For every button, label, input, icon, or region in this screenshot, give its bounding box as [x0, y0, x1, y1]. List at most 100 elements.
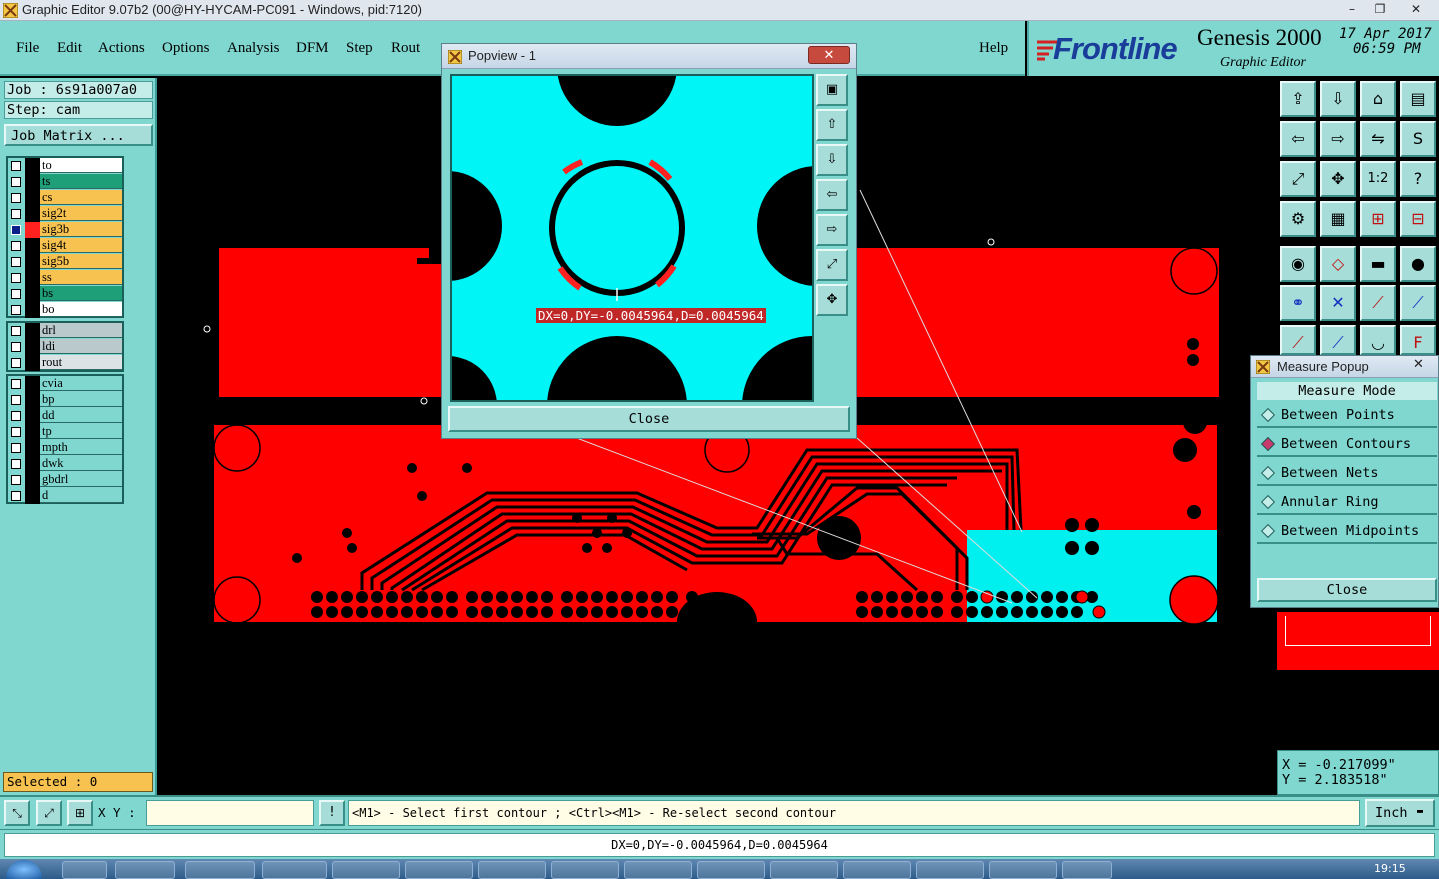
- layer-checkbox[interactable]: [11, 225, 21, 235]
- layer-swatch[interactable]: [25, 190, 40, 206]
- layer-row-mpth[interactable]: mpth: [8, 440, 122, 456]
- radio-diamond-icon[interactable]: [1260, 465, 1276, 481]
- radio-diamond-icon[interactable]: [1260, 407, 1276, 423]
- layer-name[interactable]: ts: [40, 174, 122, 189]
- layer-row-d[interactable]: d: [8, 488, 122, 504]
- help-icon[interactable]: ?: [1400, 161, 1436, 197]
- taskbar-app-7[interactable]: [478, 861, 546, 879]
- taskbar-app-1[interactable]: [62, 861, 107, 879]
- redraw-icon[interactable]: S: [1400, 121, 1436, 157]
- layer-name[interactable]: d: [40, 488, 122, 503]
- mini-map[interactable]: [1277, 608, 1439, 750]
- layer-name[interactable]: bo: [40, 302, 122, 317]
- layer-checkbox[interactable]: [11, 241, 21, 251]
- measure-line-icon[interactable]: ⟋: [1360, 285, 1396, 321]
- pan-right-icon[interactable]: ⇨: [1320, 121, 1356, 157]
- taskbar-app-9[interactable]: [624, 861, 692, 879]
- layer-swatch[interactable]: [25, 376, 40, 392]
- measure-titlebar[interactable]: Measure Popup ✕: [1251, 356, 1438, 378]
- layer-swatch[interactable]: [25, 355, 40, 371]
- select-icon[interactable]: ◉: [1280, 246, 1316, 282]
- pop-center-icon[interactable]: ✥: [816, 284, 848, 316]
- net-icon[interactable]: ⚭: [1280, 285, 1316, 321]
- pop-right-icon[interactable]: ⇨: [816, 214, 848, 246]
- alert-icon[interactable]: !: [319, 800, 345, 826]
- cross-icon[interactable]: ✕: [1320, 285, 1356, 321]
- layer-name[interactable]: rout: [40, 355, 122, 370]
- layer-checkbox[interactable]: [11, 379, 21, 389]
- layer-swatch[interactable]: [25, 174, 40, 190]
- layer-name[interactable]: dd: [40, 408, 122, 423]
- layer-checkbox[interactable]: [11, 177, 21, 187]
- layer-checkbox[interactable]: [11, 289, 21, 299]
- layer-row-dd[interactable]: dd: [8, 408, 122, 424]
- layer-row-bs[interactable]: bs: [8, 286, 122, 302]
- layer-name[interactable]: ss: [40, 270, 122, 285]
- menu-edit[interactable]: Edit: [57, 40, 82, 57]
- settings-icon[interactable]: ⚙: [1280, 201, 1316, 237]
- taskbar-app-14[interactable]: [989, 861, 1057, 879]
- layer-checkbox[interactable]: [11, 161, 21, 171]
- popview-close-button[interactable]: Close: [448, 406, 850, 432]
- layer-swatch[interactable]: [25, 158, 40, 174]
- layer-row-to[interactable]: to: [8, 158, 122, 174]
- export-icon[interactable]: ⇩: [1320, 81, 1356, 117]
- taskbar-app-12[interactable]: [843, 861, 911, 879]
- measure-close-icon[interactable]: ✕: [1413, 357, 1424, 372]
- menu-step[interactable]: Step: [346, 40, 373, 57]
- layer-row-sig4t[interactable]: sig4t: [8, 238, 122, 254]
- layer-swatch[interactable]: [25, 488, 40, 504]
- layer-swatch[interactable]: [25, 440, 40, 456]
- layer-row-sig2t[interactable]: sig2t: [8, 206, 122, 222]
- pan-left-icon[interactable]: ⇦: [1280, 121, 1316, 157]
- layer-swatch[interactable]: [25, 339, 40, 355]
- layer-name[interactable]: tp: [40, 424, 122, 439]
- layer-checkbox[interactable]: [11, 358, 21, 368]
- flip-icon[interactable]: ⇋: [1360, 121, 1396, 157]
- units-select[interactable]: Inch ▬: [1365, 799, 1435, 827]
- taskbar-app-2[interactable]: [115, 861, 175, 879]
- layer-swatch[interactable]: [25, 456, 40, 472]
- taskbar-app-5[interactable]: [332, 861, 400, 879]
- layer-checkbox[interactable]: [11, 193, 21, 203]
- layer-name[interactable]: to: [40, 158, 122, 173]
- layer-swatch[interactable]: [25, 302, 40, 318]
- layer-swatch[interactable]: [25, 286, 40, 302]
- pop-down-icon[interactable]: ⇩: [816, 144, 848, 176]
- layer-row-cvia[interactable]: cvia: [8, 376, 122, 392]
- layer-name[interactable]: sig5b: [40, 254, 122, 269]
- layer-checkbox[interactable]: [11, 326, 21, 336]
- measure-close-button[interactable]: Close: [1257, 578, 1437, 602]
- layer-name[interactable]: bs: [40, 286, 122, 301]
- taskbar-app-6[interactable]: [405, 861, 473, 879]
- taskbar-app-13[interactable]: [916, 861, 984, 879]
- layer-name[interactable]: sig4t: [40, 238, 122, 253]
- popview-close-icon[interactable]: ✕: [808, 46, 850, 64]
- line-icon[interactable]: ⟋: [1280, 325, 1316, 355]
- layer-name[interactable]: cvia: [40, 376, 122, 391]
- layer-swatch[interactable]: [25, 270, 40, 286]
- menu-options[interactable]: Options: [162, 40, 210, 57]
- grid-snap-icon[interactable]: ⊞: [67, 800, 93, 826]
- start-button[interactable]: [6, 860, 42, 879]
- layer-swatch[interactable]: [25, 238, 40, 254]
- pop-window-icon[interactable]: ▣: [816, 74, 848, 106]
- restore-button[interactable]: ❐: [1366, 1, 1394, 18]
- layer-row-cs[interactable]: cs: [8, 190, 122, 206]
- radio-diamond-icon[interactable]: [1260, 494, 1276, 510]
- layer-name[interactable]: ldi: [40, 339, 122, 354]
- layer-row-ldi[interactable]: ldi: [8, 339, 122, 355]
- layer-checkbox[interactable]: [11, 257, 21, 267]
- zoom-out-icon[interactable]: ⤢: [36, 800, 62, 826]
- popview-titlebar[interactable]: Popview - 1 ✕: [442, 44, 856, 69]
- taskbar-app-8[interactable]: [551, 861, 619, 879]
- radio-diamond-icon[interactable]: [1260, 523, 1276, 539]
- measure-option-between-points[interactable]: Between Points: [1257, 402, 1437, 428]
- layer-row-ss[interactable]: ss: [8, 270, 122, 286]
- zoom-fit-icon[interactable]: ⤢: [1280, 161, 1316, 197]
- layer-name[interactable]: gbdrl: [40, 472, 122, 487]
- zoom-center-icon[interactable]: ✥: [1320, 161, 1356, 197]
- taskbar-app-10[interactable]: [697, 861, 765, 879]
- home-icon[interactable]: ⌂: [1360, 81, 1396, 117]
- taskbar-app-3[interactable]: [185, 861, 255, 879]
